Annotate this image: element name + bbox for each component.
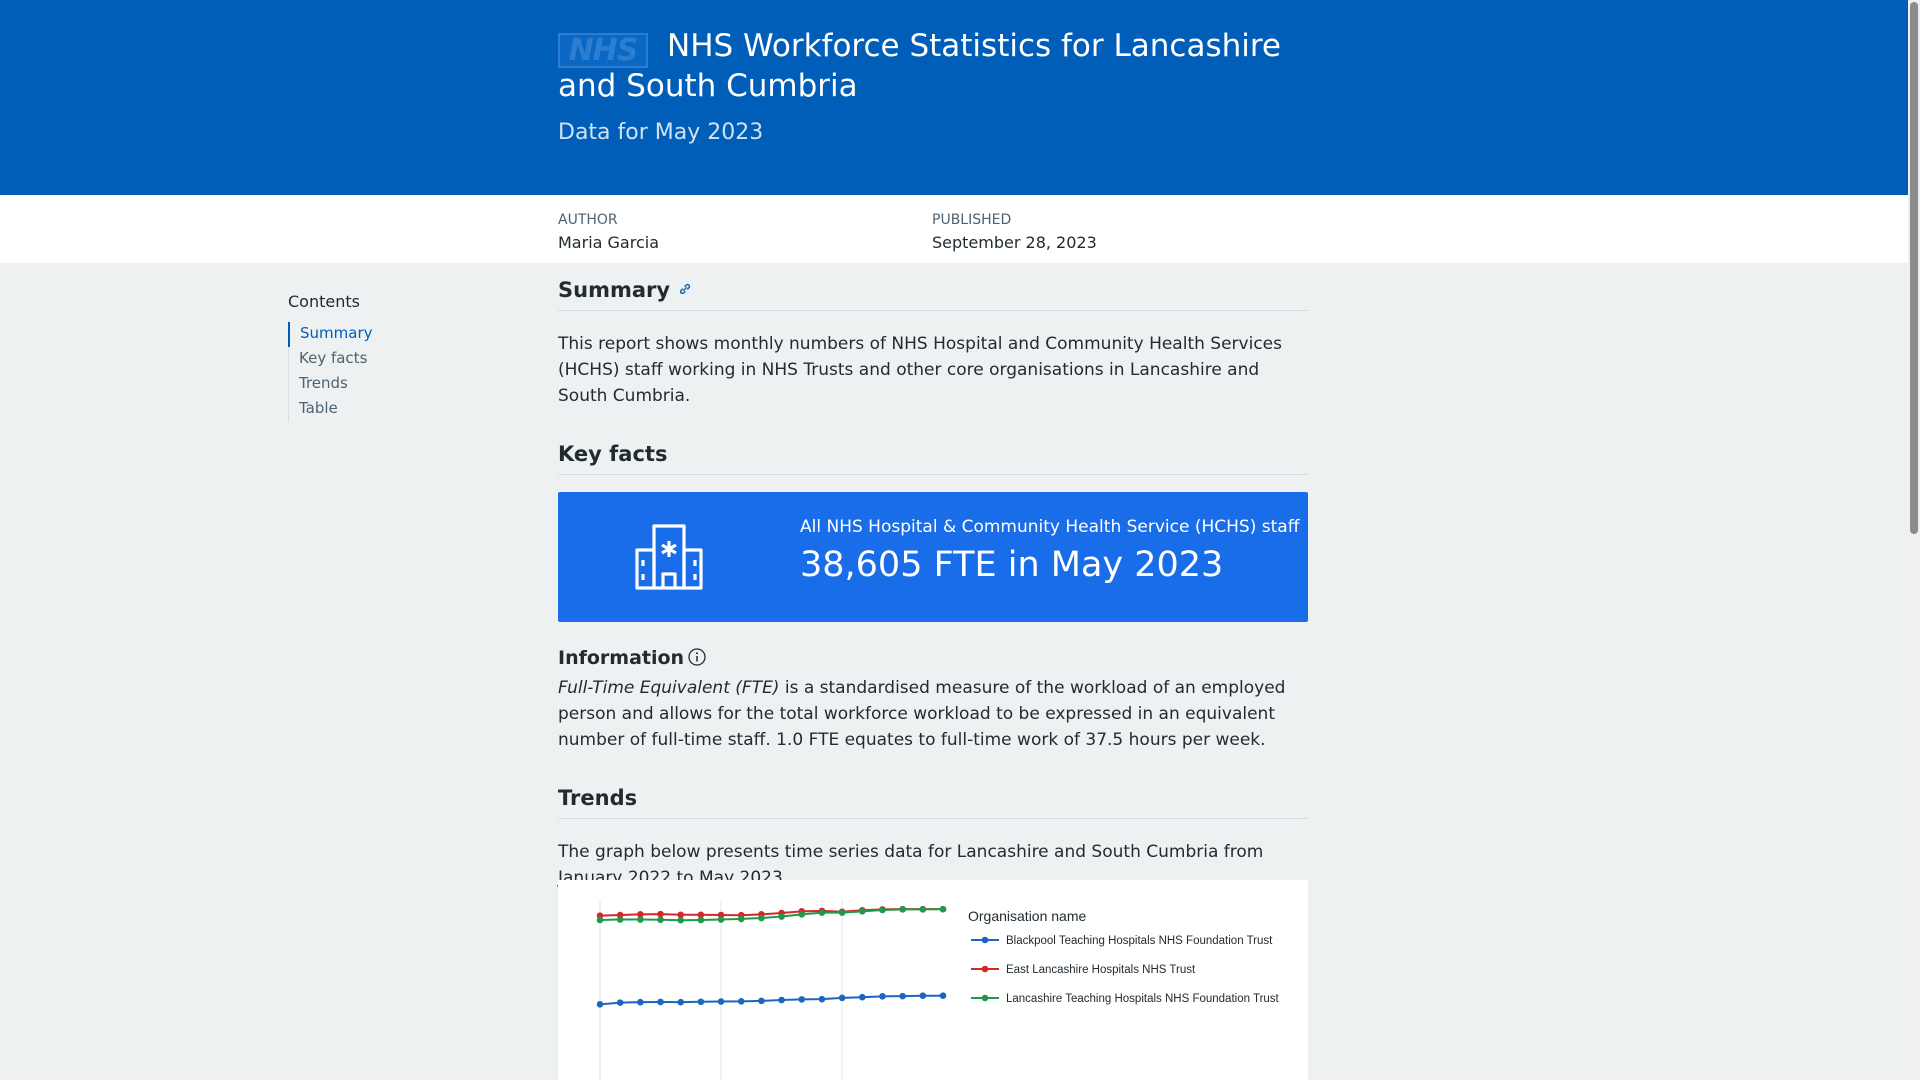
published-label: PUBLISHED	[932, 212, 1012, 228]
info-icon[interactable]	[688, 648, 706, 666]
chart-legend-label-1: East Lancashire Hospitals NHS Trust	[1006, 964, 1196, 976]
toc-item-trends[interactable]: Trends	[289, 372, 508, 397]
published-date: September 28, 2023	[932, 233, 1097, 252]
chart-point-0-12	[838, 994, 846, 1002]
chart-legend-marker-0	[981, 936, 989, 944]
key-fact-card: All NHS Hospital & Community Health Serv…	[558, 492, 1308, 622]
published-block: PUBLISHED September 28, 2023	[932, 212, 1097, 252]
chart-point-2-13	[858, 908, 866, 915]
page: NHS NHS Workforce Statistics for Lancashi…	[0, 0, 1920, 1080]
author-block: AUTHOR Maria Garcia	[558, 212, 659, 252]
page-subtitle: Data for May 2023	[558, 120, 764, 145]
chart-legend-title: Organisation name	[968, 908, 1087, 924]
author-label: AUTHOR	[558, 212, 618, 228]
trends-chart-svg: Organisation name Blackpool Teaching Hosp…	[596, 900, 1280, 1080]
chart-point-0-17	[939, 992, 947, 999]
chart-point-2-7	[737, 915, 745, 923]
author-name: Maria Garcia	[558, 233, 659, 252]
toc-item-summary[interactable]: Summary	[288, 322, 508, 347]
chart-point-0-7	[737, 998, 745, 1005]
summary-heading-text: Summary	[558, 278, 671, 302]
key-fact-label: All NHS Hospital & Community Health Serv…	[800, 517, 1300, 537]
chart-point-0-3	[657, 998, 664, 1006]
chart-legend-marker-1	[981, 965, 989, 973]
key-fact-value: 38,605 FTE in May 2023	[800, 545, 1224, 585]
page-title: NHS NHS Workforce Statistics for Lancashi…	[558, 28, 1318, 105]
information-heading: Information	[558, 647, 1308, 669]
chart-point-2-5	[697, 916, 705, 924]
summary-heading: Summary	[558, 278, 1308, 311]
nhs-logo: NHS	[558, 33, 648, 68]
information-heading-text: Information	[558, 647, 685, 669]
link-icon[interactable]	[678, 282, 692, 296]
chart-point-0-8	[758, 997, 765, 1005]
chart-point-2-4	[677, 916, 685, 924]
meta-strip: AUTHOR Maria Garcia PUBLISHED September …	[0, 195, 1908, 263]
chart-point-0-0	[596, 1001, 604, 1008]
chart-legend-marker-2	[981, 994, 989, 1002]
scrollbar-thumb[interactable]	[1910, 2, 1918, 534]
chart-series-line-0	[599, 994, 943, 1006]
chart-point-2-16	[919, 906, 927, 913]
trends-heading: Trends	[558, 786, 1308, 819]
scrollbar[interactable]	[1908, 0, 1920, 1080]
chart-point-0-15	[899, 992, 906, 1000]
chart-point-2-3	[657, 916, 664, 924]
chart-point-2-17	[939, 905, 947, 913]
chart-point-2-1	[616, 916, 624, 923]
chart-point-0-5	[697, 998, 705, 1006]
chart-point-2-10	[798, 911, 806, 918]
chart-point-0-4	[677, 998, 685, 1006]
chart-point-0-14	[879, 993, 886, 1000]
chart-point-1-3	[657, 910, 664, 918]
key-facts-heading: Key facts	[558, 442, 1308, 475]
key-fact-text: All NHS Hospital & Community Health Serv…	[800, 517, 1299, 585]
chart-point-2-14	[879, 906, 886, 914]
toc-item-key-facts[interactable]: Key facts	[289, 347, 508, 372]
chart-legend-label-2: Lancashire Teaching Hospitals NHS Founda…	[1006, 993, 1280, 1005]
chart-point-2-12	[838, 909, 846, 916]
toc-list: Summary Key facts Trends Table	[288, 322, 508, 422]
chart-point-0-6	[717, 998, 725, 1005]
chart-point-2-0	[596, 916, 604, 924]
site-header: NHS NHS Workforce Statistics for Lancashi…	[0, 0, 1908, 195]
toc-item-table[interactable]: Table	[289, 397, 508, 422]
table-of-contents: Contents Summary Key facts Trends Table	[288, 292, 508, 422]
toc-title: Contents	[288, 292, 360, 311]
chart-point-2-2	[637, 916, 644, 923]
chart-point-2-9	[778, 913, 785, 920]
chart-point-0-13	[858, 993, 866, 1001]
chart-point-2-15	[899, 906, 906, 913]
chart-point-0-11	[818, 995, 826, 1003]
chart-point-2-6	[717, 916, 725, 923]
chart-legend-label-0: Blackpool Teaching Hospitals NHS Foundat…	[1006, 935, 1273, 947]
page-title-text: NHS Workforce Statistics for Lancashire …	[558, 28, 1281, 104]
chart-point-2-11	[818, 909, 826, 916]
chart-point-0-9	[778, 996, 785, 1004]
chart-point-0-1	[616, 999, 624, 1006]
chart-point-2-8	[758, 914, 765, 922]
chart-point-0-16	[919, 992, 927, 999]
chart-point-0-2	[637, 998, 644, 1006]
main-content: Summary This report shows monthly number…	[558, 278, 1308, 891]
fte-term: Full-Time Equivalent (FTE)	[558, 678, 780, 698]
trends-chart: Organisation name Blackpool Teaching Hosp…	[558, 880, 1308, 1080]
hospital-icon	[635, 524, 703, 590]
chart-point-0-10	[798, 996, 806, 1003]
header-content: NHS NHS Workforce Statistics for Lancashi…	[558, 28, 1318, 145]
summary-text: This report shows monthly numbers of NHS…	[558, 334, 1282, 406]
information-text: Full-Time Equivalent (FTE) is a standard…	[558, 675, 1308, 753]
